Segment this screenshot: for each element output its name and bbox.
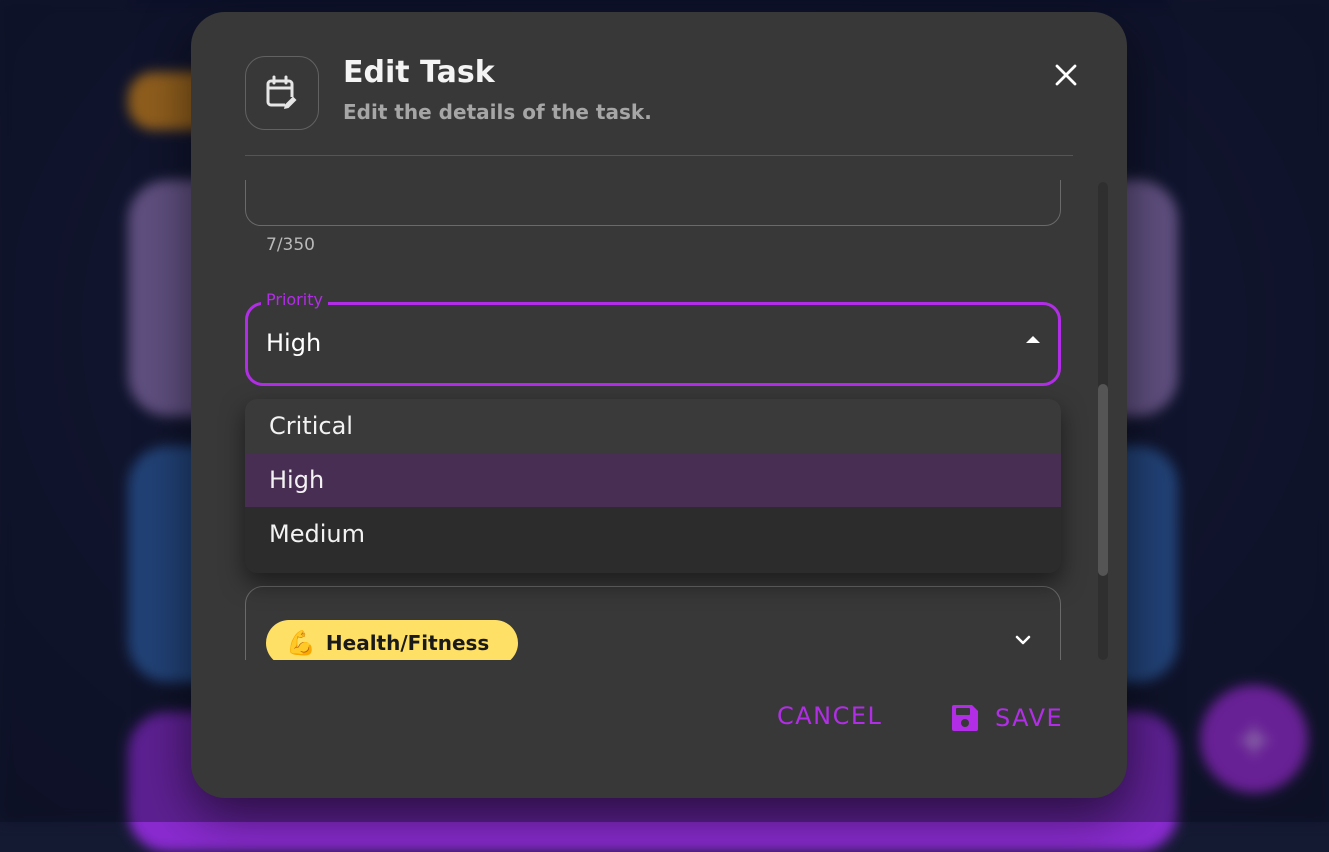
priority-selected-value: High bbox=[266, 329, 321, 357]
save-button-label: SAVE bbox=[995, 704, 1063, 732]
category-chip[interactable]: 💪 Health/Fitness bbox=[266, 620, 518, 660]
calendar-edit-icon bbox=[245, 56, 319, 130]
priority-option-critical[interactable]: Critical bbox=[245, 399, 1061, 453]
cancel-button[interactable]: CANCEL bbox=[777, 702, 882, 730]
chevron-down-icon[interactable] bbox=[1012, 629, 1034, 651]
caret-up-icon bbox=[1026, 336, 1040, 343]
close-button[interactable] bbox=[1049, 58, 1083, 92]
save-icon bbox=[949, 702, 981, 734]
category-select[interactable]: 💪 Health/Fitness bbox=[245, 586, 1061, 660]
dialog-title: Edit Task bbox=[343, 55, 495, 90]
priority-select[interactable]: High bbox=[245, 302, 1061, 386]
close-icon bbox=[1055, 64, 1077, 86]
priority-option-high[interactable]: High bbox=[245, 453, 1061, 507]
cancel-button-label: CANCEL bbox=[777, 702, 882, 730]
priority-label: Priority bbox=[261, 290, 328, 309]
scrollbar-thumb[interactable] bbox=[1098, 384, 1108, 576]
priority-option-medium[interactable]: Medium bbox=[245, 507, 1061, 561]
description-field[interactable] bbox=[245, 180, 1061, 226]
save-button[interactable]: SAVE bbox=[949, 702, 1063, 734]
description-char-counter: 7/350 bbox=[266, 235, 315, 255]
dialog-subtitle: Edit the details of the task. bbox=[343, 100, 652, 124]
priority-dropdown-menu: Critical High Medium bbox=[245, 399, 1061, 573]
flexed-biceps-icon: 💪 bbox=[286, 629, 316, 657]
category-chip-label: Health/Fitness bbox=[326, 631, 489, 655]
header-divider bbox=[245, 155, 1073, 156]
